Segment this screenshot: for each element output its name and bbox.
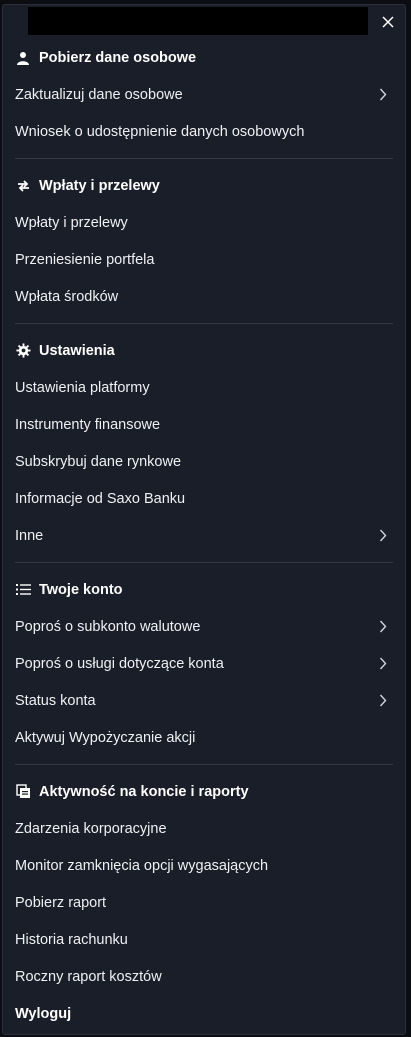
section-header: Aktywność na koncie i raporty xyxy=(3,773,405,810)
menu-item[interactable]: Poproś o subkonto walutowe xyxy=(3,608,405,645)
chevron-right-icon xyxy=(377,88,389,102)
menu-section: Aktywność na koncie i raporty Zdarzenia k… xyxy=(3,773,405,995)
menu-item[interactable]: Pobierz raport xyxy=(3,884,405,921)
menu-item[interactable]: Poproś o usługi dotyczące konta xyxy=(3,645,405,682)
menu-item[interactable]: Status konta xyxy=(3,682,405,719)
person-icon xyxy=(15,50,31,66)
menu-item-label: Informacje od Saxo Banku xyxy=(15,490,186,507)
reports-icon xyxy=(15,784,31,800)
section-title: Wpłaty i przelewy xyxy=(39,177,160,194)
section-header: Twoje konto xyxy=(3,571,405,608)
menu-section: Wpłaty i przelewy Wpłaty i przelewy Przeni… xyxy=(3,167,405,315)
menu-panel: Pobierz dane osobowe Zaktualizuj dane oso… xyxy=(2,4,406,1035)
close-button[interactable] xyxy=(376,10,400,34)
menu-item[interactable]: Przeniesienie portfela xyxy=(3,241,405,278)
divider xyxy=(15,323,393,324)
menu-section: Pobierz dane osobowe Zaktualizuj dane oso… xyxy=(3,39,405,150)
chevron-right-icon xyxy=(377,694,389,708)
section-title: Ustawienia xyxy=(39,342,115,359)
gear-icon xyxy=(15,343,31,359)
menu-item[interactable]: Subskrybuj dane rynkowe xyxy=(3,443,405,480)
menu-item[interactable]: Zdarzenia korporacyjne xyxy=(3,810,405,847)
menu-item-label: Ustawienia platformy xyxy=(15,379,150,396)
menu-section: Ustawienia Ustawienia platformy Instrument… xyxy=(3,332,405,554)
menu-item-label: Instrumenty finansowe xyxy=(15,416,161,433)
section-title: Twoje konto xyxy=(39,581,123,598)
menu-item-label: Poproś o usługi dotyczące konta xyxy=(15,655,224,672)
menu-item[interactable]: Aktywuj Wypożyczanie akcji xyxy=(3,719,405,756)
menu-item[interactable]: Roczny raport kosztów xyxy=(3,958,405,995)
menu-item-label: Wpłata środków xyxy=(15,288,119,305)
redacted-header-bar xyxy=(28,7,368,35)
menu-item[interactable]: Monitor zamknięcia opcji wygasających xyxy=(3,847,405,884)
menu-item-label: Wniosek o udostępnienie danych osobowych xyxy=(15,123,305,140)
divider xyxy=(15,158,393,159)
menu-section: Twoje konto Poproś o subkonto walutowe Pop… xyxy=(3,571,405,756)
menu-item[interactable]: Ustawienia platformy xyxy=(3,369,405,406)
menu-item[interactable]: Informacje od Saxo Banku xyxy=(3,480,405,517)
menu-item-label: Aktywuj Wypożyczanie akcji xyxy=(15,729,196,746)
menu-list: Pobierz dane osobowe Zaktualizuj dane oso… xyxy=(3,39,405,995)
menu-item[interactable]: Wpłaty i przelewy xyxy=(3,204,405,241)
section-title: Aktywność na koncie i raporty xyxy=(39,783,249,800)
menu-item-label: Status konta xyxy=(15,692,96,709)
menu-item[interactable]: Historia rachunku xyxy=(3,921,405,958)
menu-item-label: Zaktualizuj dane osobowe xyxy=(15,86,183,103)
menu-item-label: Zdarzenia korporacyjne xyxy=(15,820,167,837)
chevron-right-icon xyxy=(377,529,389,543)
section-header: Pobierz dane osobowe xyxy=(3,39,405,76)
menu-item-label: Inne xyxy=(15,527,44,544)
menu-item-label: Roczny raport kosztów xyxy=(15,968,162,985)
menu-item-label: Monitor zamknięcia opcji wygasających xyxy=(15,857,269,874)
list-icon xyxy=(15,582,31,598)
section-header: Ustawienia xyxy=(3,332,405,369)
menu-item[interactable]: Wpłata środków xyxy=(3,278,405,315)
section-title: Pobierz dane osobowe xyxy=(39,49,197,66)
menu-item-label: Pobierz raport xyxy=(15,894,107,911)
chevron-right-icon xyxy=(377,657,389,671)
divider xyxy=(15,562,393,563)
menu-item-label: Wpłaty i przelewy xyxy=(15,214,128,231)
menu-item-label: Subskrybuj dane rynkowe xyxy=(15,453,182,470)
menu-item[interactable]: Zaktualizuj dane osobowe xyxy=(3,76,405,113)
menu-item-label: Historia rachunku xyxy=(15,931,128,948)
transfer-arrows-icon xyxy=(15,178,31,194)
chevron-right-icon xyxy=(377,620,389,634)
menu-item-label: Przeniesienie portfela xyxy=(15,251,155,268)
divider xyxy=(15,764,393,765)
menu-item[interactable]: Inne xyxy=(3,517,405,554)
menu-topbar xyxy=(3,5,405,39)
menu-item-label: Poproś o subkonto walutowe xyxy=(15,618,201,635)
close-icon xyxy=(382,16,394,28)
menu-item[interactable]: Wniosek o udostępnienie danych osobowych xyxy=(3,113,405,150)
logout-button[interactable]: Wyloguj xyxy=(3,995,405,1032)
section-header: Wpłaty i przelewy xyxy=(3,167,405,204)
menu-item[interactable]: Instrumenty finansowe xyxy=(3,406,405,443)
